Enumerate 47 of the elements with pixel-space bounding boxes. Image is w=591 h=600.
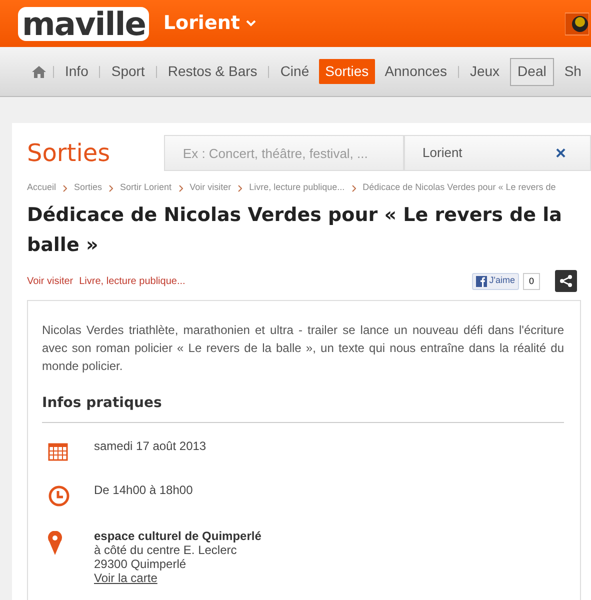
nav-tab[interactable]: Annonces — [378, 59, 453, 84]
breadcrumb-link[interactable]: Dédicace de Nicolas Verdes pour « Le revers de — [362, 181, 556, 195]
infos-heading: Infos pratiques — [42, 393, 564, 423]
breadcrumb-link[interactable]: Sorties — [74, 181, 102, 195]
location-field[interactable]: Lorient × — [404, 135, 591, 171]
nav-tab[interactable]: Info — [59, 59, 94, 84]
event-title: Dédicace de Nicolas Verdes pour « Le revers de la balle » — [27, 203, 563, 258]
info-text: 29300 Quimperlé — [94, 557, 188, 571]
like-count: 0 — [522, 272, 540, 290]
nav-tab[interactable]: Restos & Bars — [162, 59, 264, 84]
search-field[interactable]: Ex : Concert, théâtre, festival, ... — [164, 135, 404, 171]
city-selector[interactable]: Lorient — [163, 9, 256, 38]
chevron-right-icon — [352, 184, 356, 192]
deal-tab[interactable]: Deal — [510, 58, 554, 86]
info-text: De 14h00 à 18h00 — [94, 483, 193, 497]
event-description: Nicolas Verdes triathlète, marathonien et ultra - trailer se lance un nouveau défi dans l'écriture avec son roman policier « Le revers de la balle », un texte qui nous entraîne dans la réalité du monde policier. — [42, 322, 564, 375]
clear-button[interactable]: × — [556, 140, 566, 166]
map-link[interactable]: Voir la carte — [94, 571, 262, 585]
breadcrumb-link[interactable]: Livre, lecture publique... — [249, 181, 345, 195]
info-text: à côté du centre E. Leclerc — [94, 543, 238, 557]
tag-link[interactable]: Voir visiter — [27, 274, 74, 288]
tag-link[interactable]: Livre, lecture publique... — [79, 274, 186, 288]
nav-tab[interactable]: Jeux — [464, 59, 506, 84]
breadcrumb-link[interactable]: Voir visiter — [190, 181, 232, 195]
nav-tab[interactable]: Sh — [558, 59, 588, 84]
facebook-icon — [476, 276, 488, 286]
calendar-icon — [48, 441, 68, 461]
breadcrumb-link[interactable]: Sortir Lorient — [120, 181, 172, 195]
chevron-down-icon — [246, 20, 256, 27]
chevron-right-icon — [109, 184, 114, 192]
share-button[interactable] — [555, 270, 577, 292]
chevron-right-icon — [178, 184, 183, 192]
place-name: espace culturel de Quimperlé — [94, 529, 262, 543]
chevron-right-icon — [238, 184, 242, 192]
nav-tab[interactable]: Sorties — [319, 59, 375, 84]
site-logo[interactable]: maville — [18, 6, 150, 40]
nav-tab[interactable]: Ciné — [274, 59, 316, 84]
map-pin-icon — [48, 531, 62, 555]
like-button[interactable]: J'aime — [472, 272, 519, 290]
section-title: Sorties — [27, 138, 112, 169]
clock-icon — [48, 485, 70, 507]
radio-logo-icon — [565, 12, 589, 36]
share-icon — [559, 274, 573, 288]
chevron-right-icon — [63, 184, 68, 192]
nav-tab[interactable]: Sport — [105, 59, 151, 84]
info-text: samedi 17 août 2013 — [94, 439, 206, 453]
breadcrumb-link[interactable]: Accueil — [27, 181, 56, 195]
